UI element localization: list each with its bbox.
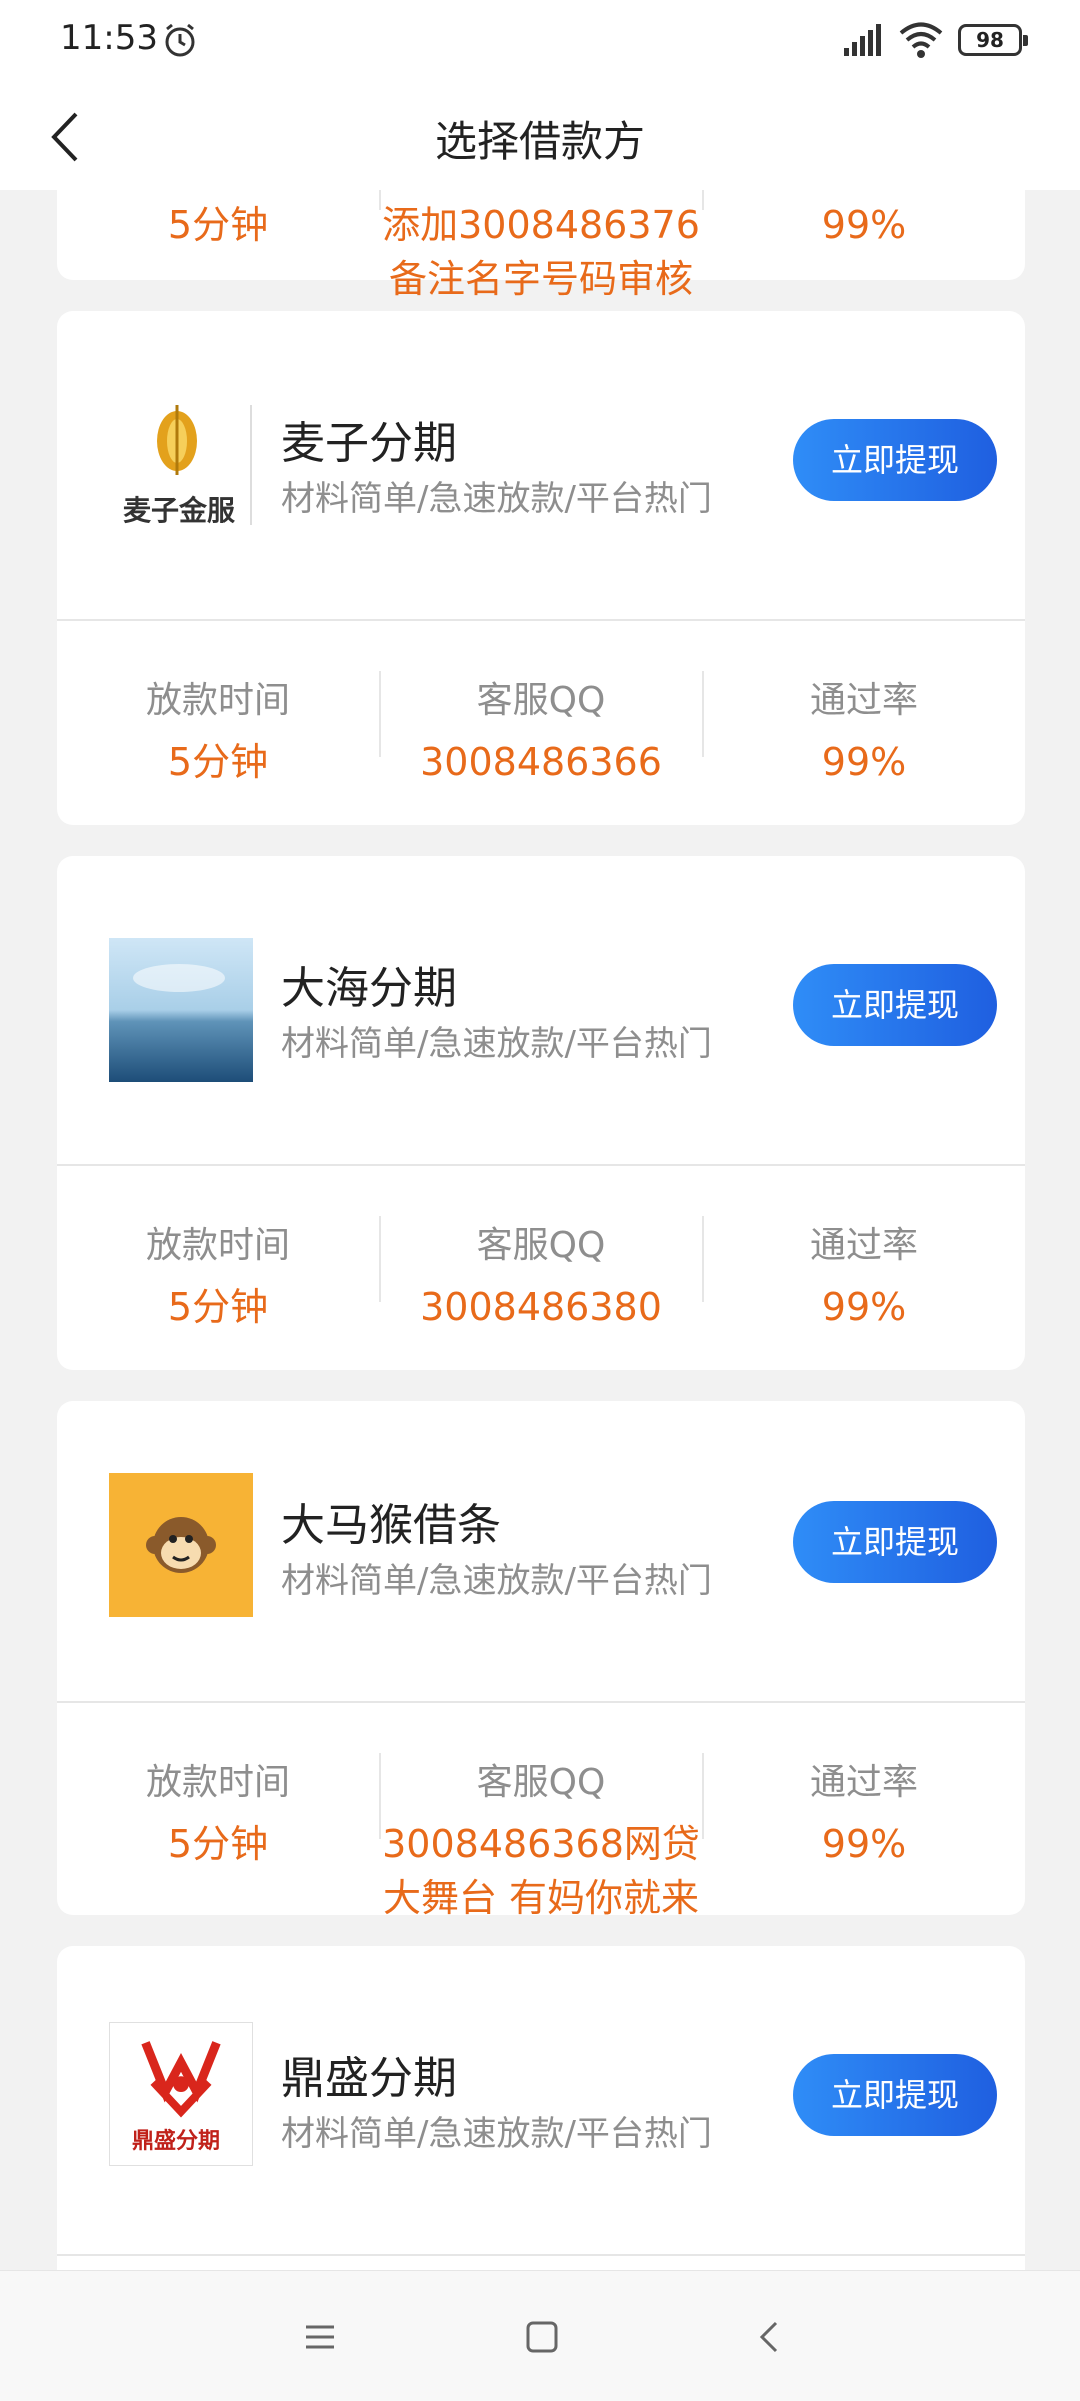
monkey-logo-icon	[109, 1473, 253, 1617]
withdraw-button[interactable]: 立即提现	[793, 2054, 997, 2136]
pass-rate-label: 通过率	[809, 680, 918, 721]
lender-name: 大马猴借条	[281, 1500, 501, 1551]
battery-indicator: 98	[958, 24, 1028, 56]
header: 选择借款方	[0, 84, 1080, 190]
lender-name: 大海分期	[281, 963, 457, 1014]
page-title: 选择借款方	[434, 117, 645, 166]
lender-desc: 材料简单/急速放款/平台热门	[281, 479, 712, 519]
logo-text: 麦子金服	[123, 494, 236, 527]
qq-value: 3008486366	[420, 740, 662, 784]
lender-desc: 材料简单/急速放款/平台热门	[281, 1561, 712, 1601]
alarm-icon	[165, 23, 195, 57]
loan-time-value: 5分钟	[167, 740, 269, 784]
lender-list[interactable]: 5分钟 添加3008486376 备注名字号码审核 99% 麦子金服 麦子分期 …	[0, 190, 1080, 2270]
signal-icon	[844, 24, 881, 56]
lender-name: 鼎盛分期	[281, 2053, 457, 2104]
qq-value-line1: 3008486368网贷	[382, 1822, 700, 1866]
system-nav-bar	[0, 2270, 1080, 2401]
qq-value: 3008486380	[420, 1285, 662, 1329]
qq-value: 添加3008486376 备注名字号码审核	[380, 198, 702, 306]
lender-card: 大马猴借条 材料简单/急速放款/平台热门 立即提现 放款时间 5分钟 客服QQ …	[57, 1401, 1025, 1920]
qq-label: 客服QQ	[476, 1762, 606, 1803]
lender-desc: 材料简单/急速放款/平台热门	[281, 2114, 712, 2154]
lender-card: 麦子金服 麦子分期 材料简单/急速放款/平台热门 立即提现 放款时间 5分钟 客…	[57, 311, 1025, 825]
qq-value-line1: 添加3008486376	[382, 203, 700, 247]
qq-value: 3008486368网贷 大舞台 有妈你就来	[380, 1817, 702, 1925]
qq-label: 客服QQ	[476, 680, 606, 721]
menu-icon[interactable]	[298, 2315, 342, 2359]
pass-rate-value: 99%	[821, 1822, 907, 1866]
qq-value-line2: 大舞台 有妈你就来	[382, 1876, 700, 1920]
lender-stats: 放款时间 5分钟 客服QQ 3008486368网贷 大舞台 有妈你就来 通过率…	[57, 1703, 1025, 1920]
status-bar: 11:53 98	[0, 0, 1080, 84]
lender-name: 麦子分期	[281, 418, 457, 469]
wheat-logo-icon: 麦子金服	[109, 393, 253, 537]
lender-desc: 材料简单/急速放款/平台热门	[281, 1024, 712, 1064]
loan-time-value: 5分钟	[167, 1822, 269, 1866]
withdraw-button[interactable]: 立即提现	[793, 1501, 997, 1583]
lender-card: 鼎盛分期 鼎盛分期 材料简单/急速放款/平台热门 立即提现	[57, 1946, 1025, 2270]
lender-stats: 放款时间 5分钟 客服QQ 3008486366 通过率 99%	[57, 621, 1025, 825]
pass-rate-value: 99%	[821, 740, 907, 784]
qq-label: 客服QQ	[476, 1225, 606, 1266]
pass-rate-value: 99%	[821, 1285, 907, 1329]
loan-time-label: 放款时间	[145, 1225, 290, 1266]
dingsheng-logo-icon: 鼎盛分期	[109, 2022, 253, 2166]
qq-value-line2: 备注名字号码审核	[388, 257, 693, 301]
loan-time-label: 放款时间	[145, 680, 290, 721]
pass-rate-label: 通过率	[809, 1225, 918, 1266]
loan-time-label: 放款时间	[145, 1762, 290, 1803]
clock: 11:53	[60, 18, 158, 58]
back-icon[interactable]	[748, 2315, 792, 2359]
withdraw-button[interactable]: 立即提现	[793, 419, 997, 501]
sea-image-icon	[109, 938, 253, 1082]
pass-rate-label: 通过率	[809, 1762, 918, 1803]
loan-time-value: 5分钟	[167, 203, 269, 247]
home-icon[interactable]	[520, 2315, 564, 2359]
logo-text: 鼎盛分期	[132, 2128, 221, 2154]
lender-card-partial: 5分钟 添加3008486376 备注名字号码审核 99%	[57, 190, 1025, 301]
loan-time-value: 5分钟	[167, 1285, 269, 1329]
lender-stats: 放款时间 5分钟 客服QQ 3008486380 通过率 99%	[57, 1166, 1025, 1370]
lender-card: 大海分期 材料简单/急速放款/平台热门 立即提现 放款时间 5分钟 客服QQ 3…	[57, 856, 1025, 1370]
withdraw-button[interactable]: 立即提现	[793, 964, 997, 1046]
pass-rate-value: 99%	[821, 203, 907, 247]
wifi-icon	[899, 22, 943, 58]
